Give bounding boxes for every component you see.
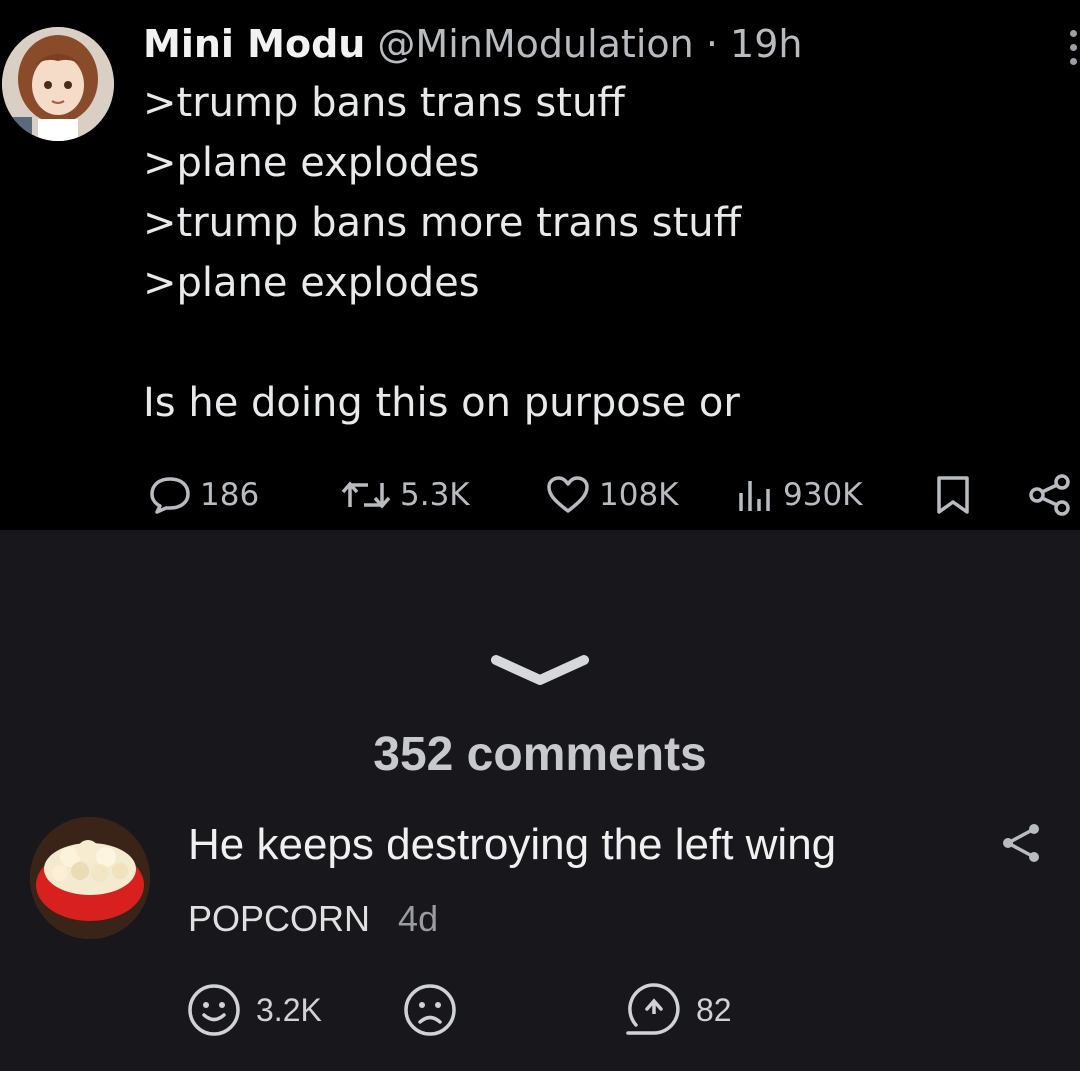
like-count: 108K xyxy=(599,477,679,513)
commenter-avatar[interactable] xyxy=(30,817,150,939)
author-name[interactable]: Mini Modu xyxy=(143,22,365,66)
author-avatar[interactable] xyxy=(2,27,114,141)
comment-username[interactable]: POPCORN xyxy=(188,898,370,939)
retweet-button[interactable]: 5.3K xyxy=(340,470,470,520)
comment-like-count: 3.2K xyxy=(256,991,322,1028)
tweet-line: >trump bans more trans stuff xyxy=(143,200,742,246)
comment-text: He keeps destroying the left wing xyxy=(188,820,837,869)
comment-age: 4d xyxy=(398,898,439,939)
post-time[interactable]: 19h xyxy=(730,22,802,66)
share-icon[interactable] xyxy=(1000,822,1042,864)
reply-comment-button[interactable]: 82 xyxy=(624,982,732,1038)
tweet-header: Mini Modu @MinModulation · 19h xyxy=(143,22,802,66)
tweet-line: Is he doing this on purpose or xyxy=(143,380,740,426)
views-button[interactable]: 930K xyxy=(735,470,863,520)
like-button[interactable]: 108K xyxy=(545,470,679,520)
reply-count: 186 xyxy=(200,477,260,513)
tweet-card: Mini Modu @MinModulation · 19h >trump ba… xyxy=(0,0,1080,530)
share-icon xyxy=(1029,474,1070,516)
tweet-line: >plane explodes xyxy=(143,260,480,306)
smile-face-icon xyxy=(188,984,240,1036)
tweet-line: >plane explodes xyxy=(143,140,480,186)
retweet-icon xyxy=(341,481,391,509)
frown-face-icon xyxy=(404,984,456,1036)
separator: · xyxy=(705,22,718,66)
views-count: 930K xyxy=(783,477,863,513)
reply-button[interactable]: 186 xyxy=(148,470,259,520)
downvote-button[interactable] xyxy=(402,982,472,1038)
share-button[interactable] xyxy=(1028,470,1080,520)
author-handle[interactable]: @MinModulation xyxy=(377,22,693,66)
bookmark-icon xyxy=(937,476,969,514)
bookmark-button[interactable] xyxy=(935,470,979,520)
tweet-actions: 186 5.3K 108K 930K xyxy=(0,470,1080,520)
chevron-down-icon[interactable] xyxy=(490,650,590,690)
heart-icon xyxy=(547,476,589,513)
more-vertical-icon[interactable] xyxy=(1068,30,1080,70)
upvote-button[interactable]: 3.2K xyxy=(186,982,322,1038)
retweet-count: 5.3K xyxy=(400,477,470,513)
views-chart-icon xyxy=(739,481,770,511)
reply-bubble-icon xyxy=(150,477,190,514)
tweet-line: >trump bans trans stuff xyxy=(143,80,625,126)
comments-count-heading: 352 comments xyxy=(373,728,707,781)
comment-reply-count: 82 xyxy=(696,991,732,1028)
comment-meta: POPCORN 4d xyxy=(188,898,438,940)
reply-arrow-icon xyxy=(626,983,680,1035)
